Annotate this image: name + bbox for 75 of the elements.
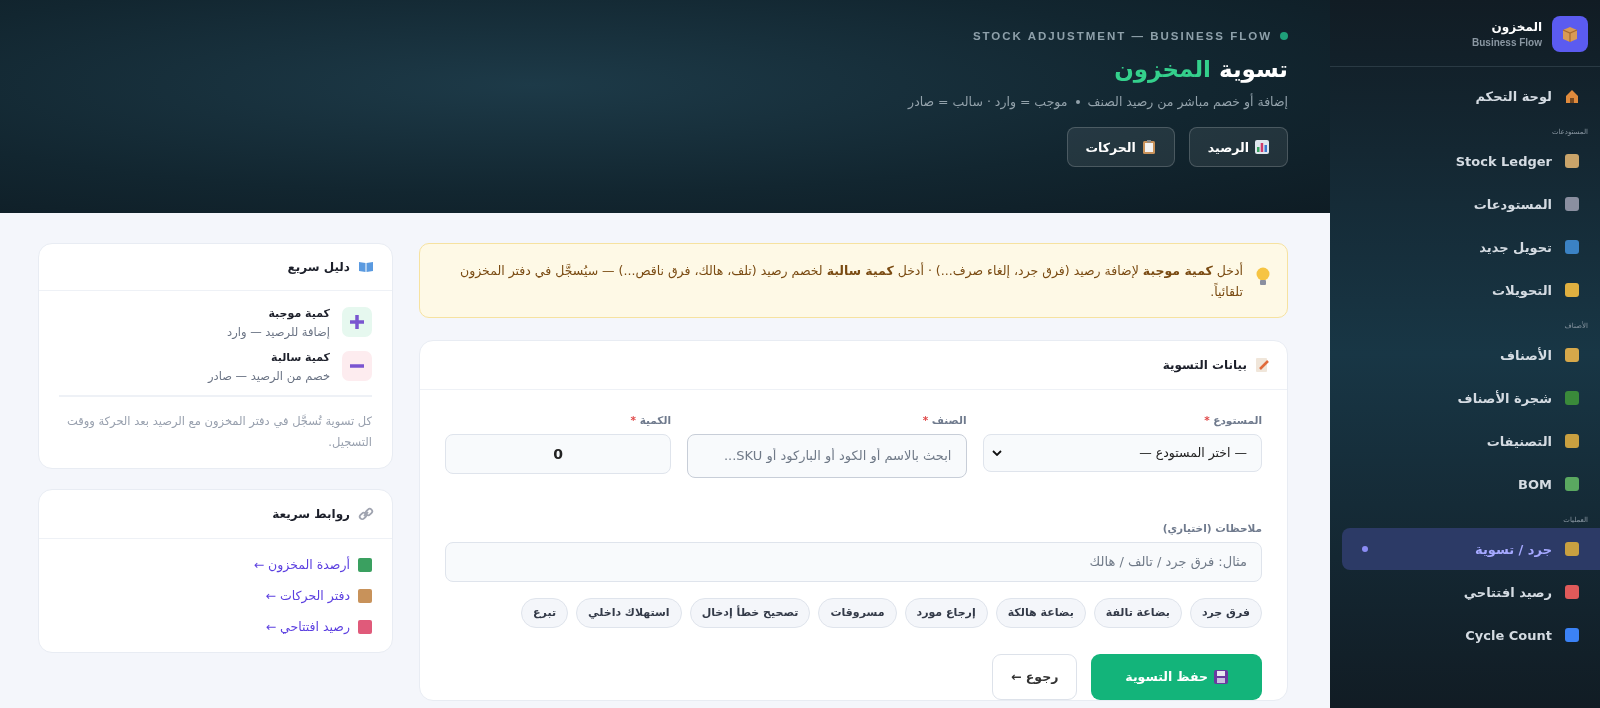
nav-item[interactable]: المستودعات <box>1330 183 1600 225</box>
reason-chip[interactable]: بضاعة هالكة <box>995 597 1086 628</box>
plus-icon <box>342 307 372 337</box>
square-icon <box>1564 584 1580 600</box>
lightbulb-icon <box>1255 266 1271 288</box>
reason-chip[interactable]: تصحيح خطأ إدخال <box>689 597 811 628</box>
page-subtitle: موجب = وارد · سالب = صادر <box>908 94 1068 109</box>
nav-item[interactable]: Cycle Count <box>1330 614 1600 656</box>
nav-item[interactable]: تحويل جديد <box>1330 226 1600 268</box>
guide-note: كل تسوية تُسجَّل في دفتر المخزون مع الرصيد بعد الحركة ووقت التسجيل. <box>59 395 372 453</box>
field-label: الكمية * <box>629 413 671 426</box>
field-label: ملاحظات (اختياري) <box>1161 521 1262 534</box>
entry-description: إضافة للرصيد — وارد <box>227 325 330 339</box>
page-subtitle: إضافة أو خصم مباشر من رصيد الصنف <box>1087 94 1288 109</box>
active-dot <box>1362 546 1368 552</box>
square-icon <box>1564 153 1580 169</box>
nav-item[interactable]: التحويلات <box>1330 269 1600 311</box>
status-dot <box>1280 32 1288 40</box>
card-title: دليل سريع <box>287 260 350 274</box>
brand-title: المخزون <box>1490 20 1542 34</box>
eyebrow-text: STOCK ADJUSTMENT — BUSINESS FLOW <box>972 30 1272 42</box>
book-icon <box>358 261 374 273</box>
nav-item[interactable]: Stock Ledger <box>1330 140 1600 182</box>
nav-item[interactable]: التصنيفات <box>1330 420 1600 462</box>
square-icon <box>1564 433 1580 449</box>
nav-item[interactable]: جرد / تسوية <box>1342 528 1600 570</box>
reason-chip[interactable]: مسروقات <box>818 597 897 628</box>
entry-title: كمية موجبة <box>267 307 330 320</box>
quick-link[interactable]: رصيد افتتاحي ← <box>265 619 372 635</box>
reason-chip[interactable]: بضاعة تالفة <box>1093 597 1182 628</box>
square-icon <box>358 588 372 603</box>
reason-chip[interactable]: إرجاع مورد <box>904 597 988 628</box>
header-button[interactable]: الحركات <box>1066 127 1175 167</box>
square-icon <box>358 619 372 634</box>
card-title: روابط سريعة <box>272 507 350 522</box>
nav-item[interactable]: BOM <box>1330 463 1600 505</box>
field-label: الصنف * <box>921 413 967 426</box>
square-icon <box>1564 347 1580 363</box>
entry-description: خصم من الرصيد — صادر <box>207 369 330 383</box>
reason-chip[interactable]: استهلاك داخلي <box>576 597 682 628</box>
chevron-down-icon <box>991 449 1002 456</box>
square-icon <box>1564 390 1580 406</box>
reason-chip[interactable]: فرق جرد <box>1189 597 1262 628</box>
square-icon <box>1564 196 1580 212</box>
quantity-field[interactable]: 0 <box>445 433 671 474</box>
notes-field[interactable]: مثال: فرق جرد / تالف / هالك <box>445 541 1262 582</box>
nav-item[interactable]: شجرة الأصناف <box>1330 377 1600 419</box>
alert-text: أدخل كمية موجبة لإضافة رصيد (فرق جرد، إلغاء صرف...) · أدخل كمية سالبة لخصم رصيد (تلف، هالك، فرق ناقص...) — سيُسجَّل في دفتر المخزون تلقائياً. <box>459 261 1243 302</box>
house-icon <box>1564 88 1580 104</box>
square-icon <box>1564 239 1580 255</box>
brand-subtitle: Business Flow <box>1472 37 1542 48</box>
minus-icon <box>342 351 372 381</box>
nav-item[interactable]: الأصناف <box>1330 334 1600 376</box>
reason-chip[interactable]: تبرع <box>521 597 569 628</box>
clipboard-icon <box>1141 140 1156 154</box>
box-icon <box>1552 16 1588 52</box>
bar-chart-icon <box>1255 140 1269 154</box>
link-icon <box>358 506 374 523</box>
nav-item[interactable]: رصيد افتتاحي <box>1330 571 1600 613</box>
back-button[interactable]: رجوع ← <box>991 653 1078 700</box>
quick-link[interactable]: أرصدة المخزون ← <box>253 557 372 573</box>
page-title: تسوية المخزون <box>1114 56 1288 82</box>
nav-item[interactable]: لوحة التحكم <box>1330 75 1600 117</box>
entry-title: كمية سالبة <box>270 351 330 364</box>
square-icon <box>1564 627 1580 643</box>
card-title: بيانات التسوية <box>1162 357 1247 372</box>
quick-link[interactable]: دفتر الحركات ← <box>265 588 372 604</box>
square-icon <box>1564 476 1580 492</box>
header-button[interactable]: الرصيد <box>1188 127 1288 167</box>
memo-icon <box>1255 356 1269 373</box>
square-icon <box>1564 282 1580 298</box>
square-icon <box>358 557 372 572</box>
field-label: المستودع * <box>1203 413 1262 426</box>
square-icon <box>1564 541 1580 557</box>
warehouse-select[interactable]: — اختر المستودع — <box>982 433 1262 472</box>
